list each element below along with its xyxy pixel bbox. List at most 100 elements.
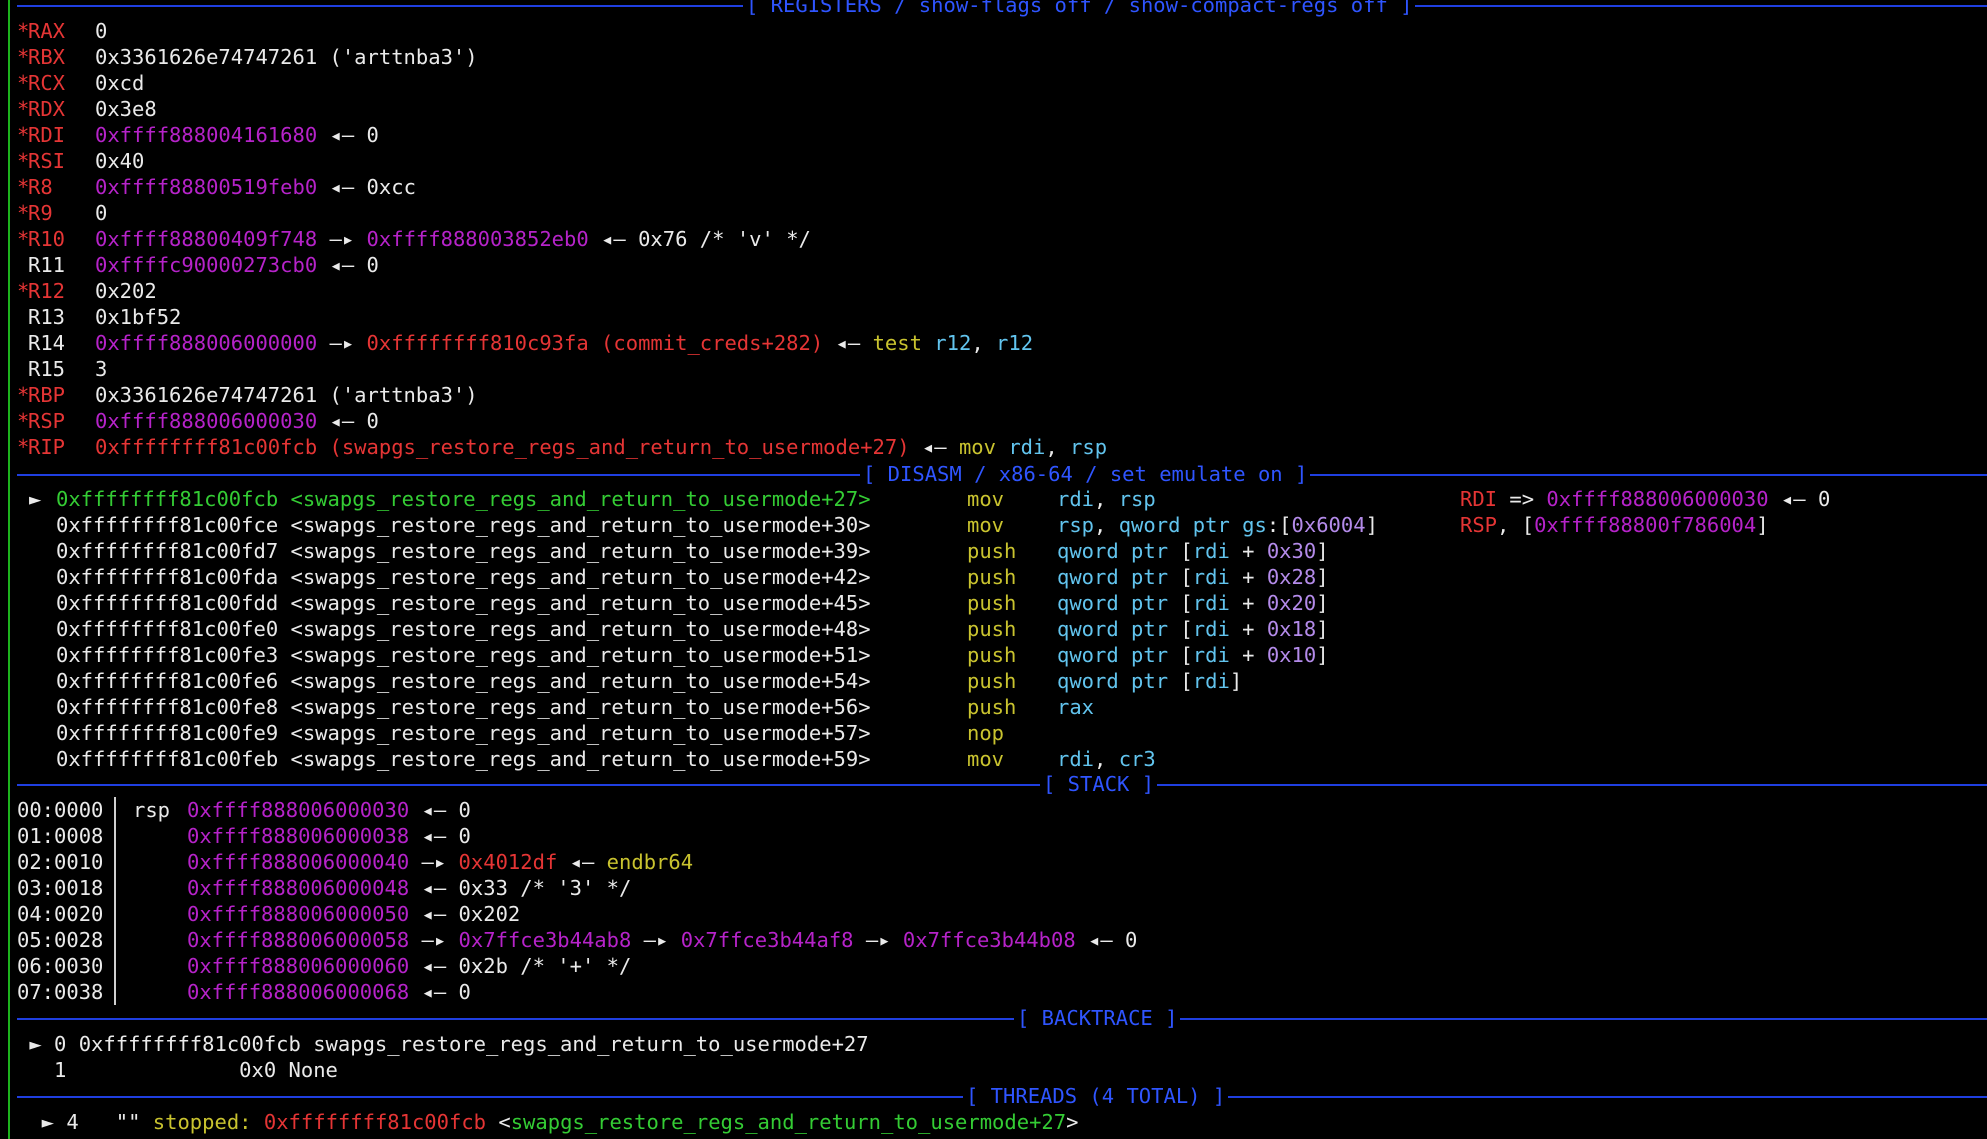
- stack-row[interactable]: 05:0028 0xffff888006000058 —▸ 0x7ffce3b44…: [17, 927, 1987, 953]
- stack-register-label: rsp: [133, 798, 171, 822]
- register-row[interactable]: R14 0xffff888006000000 —▸ 0xffffffff810c9…: [17, 330, 1987, 356]
- register-row[interactable]: * RSP 0xffff888006000030 ◂— 0: [17, 408, 1987, 434]
- value-part: 0xffff888006000040: [187, 850, 410, 874]
- value-part: rdi: [1008, 435, 1046, 459]
- value-part: 0x7ffce3b44ab8: [458, 928, 632, 952]
- disasm-row[interactable]: 0xffffffff81c00feb <swapgs_restore_regs_…: [17, 746, 1987, 772]
- instruction-mnemonic: push: [967, 565, 1017, 589]
- stack-value: 0xffff888006000038 ◂— 0: [187, 823, 471, 849]
- register-row[interactable]: * RBX 0x3361626e74747261 ('arttnba3'): [17, 44, 1987, 70]
- thread-row[interactable]: ► 4 "" stopped: 0xffffffff81c00fcb <swap…: [17, 1109, 1987, 1135]
- disasm-current-row[interactable]: ► 0xffffffff81c00fcb <swapgs_restore_regs…: [17, 486, 1987, 512]
- value-part: ◂— 0x202: [409, 902, 521, 926]
- value-part: 0x30: [1266, 539, 1317, 563]
- register-row[interactable]: * RBP 0x3361626e74747261 ('arttnba3'): [17, 382, 1987, 408]
- value-part: gs: [1242, 513, 1267, 537]
- stack-offset: 05:0028: [17, 928, 104, 952]
- register-row[interactable]: * R10 0xffff88800409f748 —▸ 0xffff88800385…: [17, 226, 1987, 252]
- value-part: cr3: [1118, 747, 1156, 771]
- value-part: qword ptr: [1057, 565, 1169, 589]
- stack-row[interactable]: 04:0020 0xffff888006000050 ◂— 0x202: [17, 901, 1987, 927]
- register-value: 0x40: [95, 148, 144, 174]
- instruction-address: 0xffffffff81c00fda <swapgs_restore_regs_…: [56, 565, 871, 589]
- register-name: R11: [28, 253, 66, 277]
- value-part: 0x3361626e74747261 ('arttnba3'): [95, 383, 478, 407]
- value-part: [: [1168, 565, 1193, 589]
- register-row[interactable]: * RCX 0xcd: [17, 70, 1987, 96]
- value-part: 0xffffffff810c93fa (commit_creds+282): [366, 331, 824, 355]
- register-row[interactable]: * RAX 0: [17, 18, 1987, 44]
- stack-value: 0xffff888006000048 ◂— 0x33 /* '3' */: [187, 875, 631, 901]
- stack-header-label: [ STACK ]: [1040, 771, 1158, 797]
- stack-offset: 03:0018: [17, 876, 104, 900]
- value-part: ◂— 0x76 /* 'v' */: [588, 227, 811, 251]
- disasm-row[interactable]: 0xffffffff81c00fe6 <swapgs_restore_regs_…: [17, 668, 1987, 694]
- registers-header: [ REGISTERS / show-flags off / show-comp…: [17, 0, 1987, 18]
- value-part: [: [1168, 669, 1193, 693]
- disasm-row[interactable]: 0xffffffff81c00fce <swapgs_restore_regs_…: [17, 512, 1987, 538]
- instruction-mnemonic: mov: [967, 513, 1005, 537]
- stack-row[interactable]: 07:0038 0xffff888006000068 ◂— 0: [17, 979, 1987, 1005]
- value-part: mov: [958, 435, 996, 459]
- register-row[interactable]: * R12 0x202: [17, 278, 1987, 304]
- stack-row[interactable]: 01:0008 0xffff888006000038 ◂— 0: [17, 823, 1987, 849]
- stack-row[interactable]: 03:0018 0xffff888006000048 ◂— 0x33 /* '3'…: [17, 875, 1987, 901]
- stack-value: 0xffff888006000040 —▸ 0x4012df ◂— endbr6…: [187, 849, 693, 875]
- stack-value: 0xffff888006000060 ◂— 0x2b /* '+' */: [187, 953, 631, 979]
- value-part: ◂—: [909, 435, 959, 459]
- register-row[interactable]: * RIP 0xffffffff81c00fcb (swapgs_restore_r…: [17, 434, 1987, 460]
- instruction-operands: qword ptr [rdi + 0x28]: [1057, 564, 1329, 590]
- register-name: R9: [28, 201, 53, 225]
- value-part: 0xffff888004161680: [95, 123, 318, 147]
- stack-row[interactable]: 06:0030 0xffff888006000060 ◂— 0x2b /* '+'…: [17, 953, 1987, 979]
- register-value: 0x3e8: [95, 96, 157, 122]
- register-row[interactable]: * R9 0: [17, 200, 1987, 226]
- value-part: 0x3e8: [95, 97, 157, 121]
- value-part: 0x3361626e74747261 ('arttnba3'): [95, 45, 478, 69]
- stack-row[interactable]: 00:0000 rsp 0xffff888006000030 ◂— 0: [17, 797, 1987, 823]
- backtrace-frame-0[interactable]: ► 0 0xffffffff81c00fcb swapgs_restore_re…: [17, 1031, 1987, 1057]
- emulation-annotation: RDI => 0xffff888006000030 ◂— 0: [1460, 486, 1830, 512]
- value-part: ◂— 0xcc: [317, 175, 416, 199]
- disasm-row[interactable]: 0xffffffff81c00fe8 <swapgs_restore_regs_…: [17, 694, 1987, 720]
- stack-value: 0xffff888006000058 —▸ 0x7ffce3b44ab8 —▸ …: [187, 927, 1137, 953]
- instruction-address: 0xffffffff81c00fce <swapgs_restore_regs_…: [56, 513, 871, 537]
- register-name: RDX: [28, 97, 66, 121]
- value-part: 0xffff888006000058: [187, 928, 410, 952]
- disasm-row[interactable]: 0xffffffff81c00fdd <swapgs_restore_regs_…: [17, 590, 1987, 616]
- disasm-row[interactable]: 0xffffffff81c00fe0 <swapgs_restore_regs_…: [17, 616, 1987, 642]
- disasm-row[interactable]: 0xffffffff81c00fe9 <swapgs_restore_regs_…: [17, 720, 1987, 746]
- value-part: rdi: [1057, 747, 1095, 771]
- left-border: [8, 0, 10, 1139]
- value-part: ]: [1316, 591, 1329, 615]
- instruction-mnemonic: mov: [967, 747, 1005, 771]
- value-part: ◂—: [557, 850, 607, 874]
- stack-row[interactable]: 02:0010 0xffff888006000040 —▸ 0x4012df ◂—…: [17, 849, 1987, 875]
- register-row[interactable]: * RSI 0x40: [17, 148, 1987, 174]
- value-part: rdi: [1192, 539, 1230, 563]
- register-row[interactable]: * RDI 0xffff888004161680 ◂— 0: [17, 122, 1987, 148]
- backtrace-frame-1[interactable]: 1 0x0 None: [17, 1057, 1987, 1083]
- value-part: r12: [996, 331, 1034, 355]
- instruction-address: 0xffffffff81c00fd7 <swapgs_restore_regs_…: [56, 539, 871, 563]
- instruction-operands: rdi, cr3: [1057, 746, 1156, 772]
- value-part: 0xffff888006000030: [187, 798, 410, 822]
- register-row[interactable]: R13 0x1bf52: [17, 304, 1987, 330]
- value-part: —▸: [853, 928, 903, 952]
- register-row[interactable]: R15 3: [17, 356, 1987, 382]
- disasm-header-label: [ DISASM / x86-64 / set emulate on ]: [860, 461, 1311, 487]
- value-part: qword ptr: [1057, 539, 1169, 563]
- register-row[interactable]: R11 0xffffc90000273cb0 ◂— 0: [17, 252, 1987, 278]
- register-name: RBX: [28, 45, 66, 69]
- register-value: 0x1bf52: [95, 304, 181, 330]
- value-part: 0xffffffff81c00fcb (swapgs_restore_regs_…: [95, 435, 910, 459]
- register-row[interactable]: * R8 0xffff88800519feb0 ◂— 0xcc: [17, 174, 1987, 200]
- value-part: 0x6004: [1291, 513, 1366, 537]
- current-instruction-arrow-icon: ►: [29, 487, 42, 511]
- instruction-mnemonic: push: [967, 669, 1017, 693]
- disasm-row[interactable]: 0xffffffff81c00fda <swapgs_restore_regs_…: [17, 564, 1987, 590]
- disasm-row[interactable]: 0xffffffff81c00fd7 <swapgs_restore_regs_…: [17, 538, 1987, 564]
- register-row[interactable]: * RDX 0x3e8: [17, 96, 1987, 122]
- disasm-row[interactable]: 0xffffffff81c00fe3 <swapgs_restore_regs_…: [17, 642, 1987, 668]
- value-part: 0x1bf52: [95, 305, 182, 329]
